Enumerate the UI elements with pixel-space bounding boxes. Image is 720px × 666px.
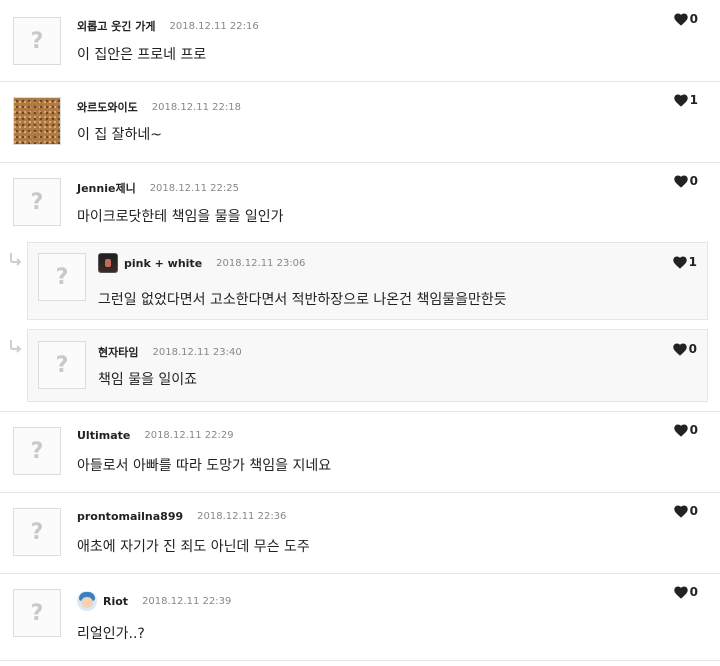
heart-icon (674, 586, 688, 599)
comment-text: 애초에 자기가 진 죄도 아닌데 무슨 도주 (77, 539, 310, 555)
reply-arrow-icon (8, 339, 22, 353)
avatar[interactable] (13, 97, 61, 145)
comment-item: ? 외롭고 웃긴 가게 2018.12.11 22:16 이 집안은 프로네 프… (0, 0, 720, 82)
heart-icon (674, 13, 688, 26)
reply-item: ? pink + white 2018.12.11 23:06 그런일 없었다면… (27, 242, 708, 320)
like-button[interactable]: 0 (673, 342, 697, 356)
like-count: 0 (689, 585, 698, 599)
comment-text: 책임 물을 일이죠 (98, 372, 198, 388)
comment-item: ? Jennie제니 2018.12.11 22:25 마이크로닷한테 책임을 … (0, 162, 720, 412)
comment-author[interactable]: 와르도와이도 (77, 99, 138, 115)
placeholder-question-icon: ? (30, 600, 44, 626)
heart-icon (674, 94, 688, 107)
comment-date: 2018.12.11 23:40 (152, 346, 242, 358)
like-count: 1 (688, 255, 697, 269)
user-mini-avatar (98, 253, 118, 273)
reply-arrow-icon (8, 252, 22, 266)
comment-item: ? prontomailna899 2018.12.11 22:36 애초에 자… (0, 492, 720, 574)
avatar[interactable]: ? (13, 427, 61, 475)
placeholder-question-icon: ? (55, 352, 69, 378)
placeholder-question-icon: ? (30, 189, 44, 215)
placeholder-question-icon: ? (30, 438, 44, 464)
comment-date: 2018.12.11 22:29 (144, 430, 234, 441)
comment-text: 아들로서 아빠를 따라 도망가 책임을 지네요 (77, 458, 332, 474)
avatar[interactable]: ? (38, 253, 86, 301)
comment-date: 2018.12.11 22:25 (149, 182, 239, 194)
heart-icon (674, 175, 688, 188)
comment-date: 2018.12.11 22:16 (169, 20, 259, 32)
comment-author[interactable]: pink + white (124, 257, 202, 270)
heart-icon (674, 424, 688, 437)
placeholder-question-icon: ? (55, 264, 69, 290)
avatar[interactable]: ? (13, 508, 61, 556)
comment-author[interactable]: Ultimate (77, 429, 130, 442)
avatar[interactable]: ? (38, 341, 86, 389)
comment-text: 이 집 잘하네~ (77, 127, 163, 143)
comment-text: 리얼인가..? (77, 626, 145, 642)
like-button[interactable]: 0 (674, 12, 698, 26)
reply-item: ? 현자타임 2018.12.11 23:40 책임 물을 일이죠 0 (27, 329, 708, 402)
comment-author[interactable]: 현자타임 (98, 344, 138, 360)
comment-author[interactable]: Jennie제니 (77, 180, 136, 196)
comment-date: 2018.12.11 22:39 (142, 595, 232, 607)
like-button[interactable]: 0 (674, 585, 698, 599)
comment-item: ? Ultimate 2018.12.11 22:29 아들로서 아빠를 따라 … (0, 411, 720, 493)
user-mini-avatar (77, 591, 97, 611)
like-button[interactable]: 0 (674, 504, 698, 518)
comment-date: 2018.12.11 22:36 (197, 511, 287, 522)
comment-date: 2018.12.11 23:06 (216, 257, 306, 269)
like-count: 0 (689, 12, 698, 26)
like-count: 0 (689, 504, 698, 518)
comment-text: 마이크로닷한테 책임을 물을 일인가 (77, 209, 284, 225)
heart-icon (673, 343, 687, 356)
like-button[interactable]: 1 (674, 93, 698, 107)
heart-icon (673, 256, 687, 269)
comment-author[interactable]: prontomailna899 (77, 510, 183, 523)
like-button[interactable]: 1 (673, 255, 697, 269)
like-count: 0 (689, 174, 698, 188)
comment-author[interactable]: Riot (103, 595, 128, 608)
like-count: 0 (689, 423, 698, 437)
like-count: 0 (688, 342, 697, 356)
avatar[interactable]: ? (13, 17, 61, 65)
placeholder-question-icon: ? (30, 28, 44, 54)
comment-text: 이 집안은 프로네 프로 (77, 47, 207, 63)
like-button[interactable]: 0 (674, 423, 698, 437)
comment-author[interactable]: 외롭고 웃긴 가게 (77, 18, 156, 34)
comment-date: 2018.12.11 22:18 (151, 101, 241, 113)
like-count: 1 (689, 93, 698, 107)
like-button[interactable]: 0 (674, 174, 698, 188)
comment-item: ? Riot 2018.12.11 22:39 리얼인가..? 0 (0, 573, 720, 661)
heart-icon (674, 505, 688, 518)
avatar[interactable]: ? (13, 589, 61, 637)
placeholder-question-icon: ? (30, 519, 44, 545)
comment-item: 와르도와이도 2018.12.11 22:18 이 집 잘하네~ 1 (0, 81, 720, 163)
comment-text: 그런일 없었다면서 고소한다면서 적반하장으로 나온건 책임물을만한듯 (98, 292, 507, 308)
avatar[interactable]: ? (13, 178, 61, 226)
